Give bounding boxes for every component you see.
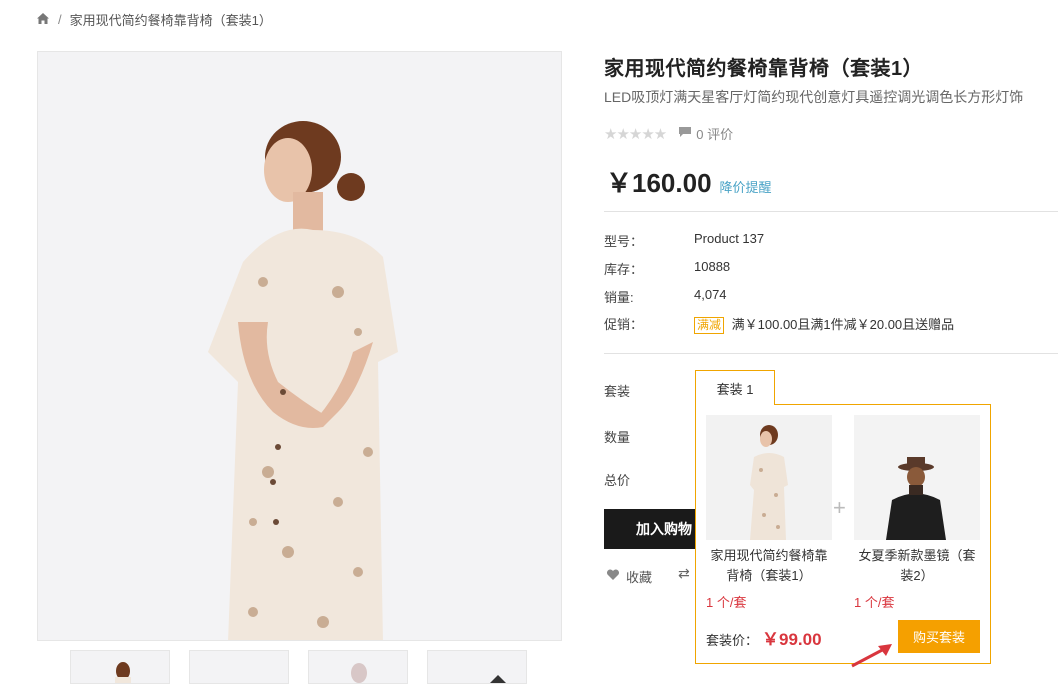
favorite-button[interactable]: 收藏 [606, 567, 652, 586]
bundle-item[interactable]: 家用现代简约餐椅靠背椅（套装1） 1 个/套 [706, 415, 832, 611]
heart-icon [606, 569, 620, 584]
breadcrumb: / 家用现代简约餐椅靠背椅（套装1） [36, 10, 272, 29]
spec-sales: 销量: 4,074 [604, 287, 727, 306]
bundle-total: 套装价： ￥99.00 [706, 625, 822, 650]
bundle-total-price: ￥99.00 [762, 630, 822, 649]
price-alert-link[interactable]: 降价提醒 [720, 177, 772, 196]
thumbnail-3[interactable] [308, 650, 408, 684]
divider [604, 211, 1058, 212]
main-product-image[interactable] [37, 51, 562, 641]
comment-icon [678, 126, 692, 141]
bundle-item-qty: 1 个/套 [706, 595, 747, 610]
total-label: 总价 [604, 473, 631, 488]
bundle-tab[interactable]: 套装 1 [695, 370, 775, 405]
spec-label: 型号： [604, 234, 644, 249]
compare-icon[interactable]: ⇄ [678, 565, 690, 582]
product-title: 家用现代简约餐椅靠背椅（套装1） [604, 58, 924, 80]
divider [604, 353, 1058, 354]
breadcrumb-separator: / [58, 12, 62, 27]
plus-icon: + [833, 495, 846, 520]
promo-badge: 满减 [694, 317, 725, 334]
spec-model: 型号： Product 137 [604, 231, 764, 250]
annotation-arrow-icon [848, 640, 898, 673]
thumbnail-4[interactable] [427, 650, 527, 684]
thumbnail-strip [70, 650, 527, 684]
reviews-count: 0 评价 [696, 127, 734, 142]
bundle-item[interactable]: 女夏季新款墨镜（套装2） 1 个/套 [854, 415, 980, 611]
home-icon[interactable] [36, 12, 50, 28]
spec-label: 库存： [604, 262, 644, 277]
product-price: ￥160.00 [606, 168, 712, 198]
spec-value: Product 137 [694, 231, 765, 246]
thumbnail-2[interactable] [189, 650, 289, 684]
spec-stock: 库存： 10888 [604, 259, 730, 278]
rating-stars: ★★★★★ [604, 125, 667, 143]
bundle-total-label: 套装价： [706, 633, 759, 648]
bundle-item-image[interactable] [706, 415, 832, 540]
rating-row: ★★★★★ 0 评价 [604, 124, 733, 143]
spec-value: 4,074 [694, 287, 727, 302]
reviews-link[interactable]: 0 评价 [678, 124, 733, 143]
bundle-item-qty: 1 个/套 [854, 595, 895, 610]
spec-value: 10888 [694, 259, 731, 274]
bundle-label: 套装 [604, 384, 631, 399]
breadcrumb-current: 家用现代简约餐椅靠背椅（套装1） [69, 13, 272, 28]
bundle-panel: 家用现代简约餐椅靠背椅（套装1） 1 个/套 + 女夏季新款墨镜（套装2） 1 … [695, 404, 991, 664]
bundle-item-name[interactable]: 家用现代简约餐椅靠背椅（套装1） [706, 546, 832, 586]
favorite-label: 收藏 [626, 570, 653, 585]
buy-bundle-button[interactable]: 购买套装 [898, 620, 980, 653]
spec-label: 销量: [604, 290, 634, 305]
bundle-item-image[interactable] [854, 415, 980, 540]
bundle-item-name[interactable]: 女夏季新款墨镜（套装2） [854, 546, 980, 586]
promo-text: 满￥100.00且满1件减￥20.00且送赠品 [731, 317, 955, 332]
product-subtitle: LED吸顶灯满天星客厅灯简约现代创意灯具遥控调光调色长方形灯饰 [604, 89, 1024, 105]
thumbnail-1[interactable] [70, 650, 170, 684]
spec-label: 促销： [604, 317, 644, 332]
price-row: ￥160.00 降价提醒 [606, 163, 772, 200]
spec-promo: 促销： 满减 满￥100.00且满1件减￥20.00且送赠品 [604, 314, 954, 334]
quantity-label: 数量 [604, 430, 631, 445]
